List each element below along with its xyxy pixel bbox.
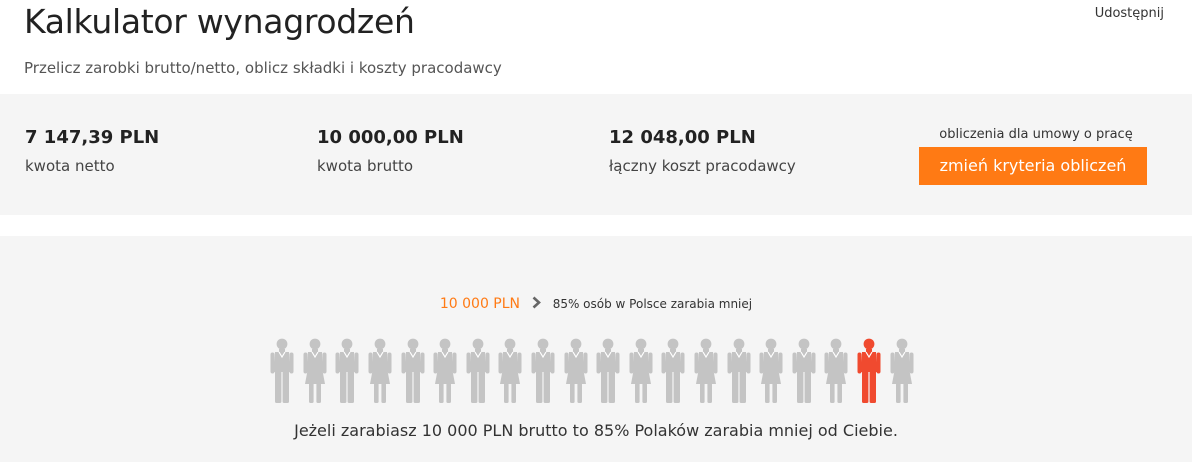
net-amount-stat: 7 147,39 PLN kwota netto <box>25 127 160 176</box>
sentence-prefix: Jeżeli zarabiasz 10 000 PLN brutto to <box>294 421 594 440</box>
person-icon <box>657 338 690 410</box>
gross-amount-stat: 10 000,00 PLN kwota brutto <box>317 127 464 176</box>
net-amount-label: kwota netto <box>25 157 115 175</box>
person-icon <box>364 338 397 410</box>
comparison-amount: 10 000 PLN <box>439 296 521 312</box>
sentence-suffix: Polaków zarabia mniej od Ciebie. <box>629 421 898 440</box>
employer-cost-stat: 12 048,00 PLN łączny koszt pracodawcy <box>609 127 796 176</box>
person-icon <box>527 338 560 410</box>
person-icon <box>494 338 527 410</box>
person-icon <box>266 338 299 410</box>
person-icon <box>755 338 788 410</box>
employer-cost-value: 12 048,00 PLN <box>609 127 756 148</box>
person-icon <box>462 338 495 410</box>
page-title: Kalkulator wynagrodzeń <box>24 2 415 41</box>
person-icon <box>722 338 755 410</box>
gross-amount-label: kwota brutto <box>317 157 414 175</box>
person-icon <box>396 338 429 410</box>
criteria-box: obliczenia dla umowy o pracę zmień kryte… <box>919 127 1147 185</box>
person-icon <box>625 338 658 410</box>
salary-calculator-page: Kalkulator wynagrodzeń Przelicz zarobki … <box>0 0 1192 462</box>
earnings-comparison: 10 000 PLN 85% osób w Polsce zarabia mni… <box>0 236 1192 462</box>
person-icon <box>885 338 918 410</box>
person-icon <box>331 338 364 410</box>
person-icon <box>429 338 462 410</box>
people-infographic <box>266 338 926 410</box>
contract-type-note: obliczenia dla umowy o pracę <box>939 127 1133 142</box>
comparison-percent-text: 85% osób w Polsce zarabia mniej <box>552 297 753 311</box>
person-icon <box>853 338 886 410</box>
calculation-summary: 7 147,39 PLN kwota netto 10 000,00 PLN k… <box>0 94 1192 215</box>
page-subtitle: Przelicz zarobki brutto/netto, oblicz sk… <box>24 59 502 77</box>
comparison-header: 10 000 PLN 85% osób w Polsce zarabia mni… <box>0 294 1192 315</box>
comparison-sentence: Jeżeli zarabiasz 10 000 PLN brutto to 85… <box>0 421 1192 440</box>
share-link[interactable]: Udostępnij <box>1095 6 1164 21</box>
person-icon <box>299 338 332 410</box>
sentence-percent: 85% <box>593 421 630 440</box>
change-criteria-button[interactable]: zmień kryteria obliczeń <box>919 147 1147 185</box>
person-icon <box>559 338 592 410</box>
employer-cost-label: łączny koszt pracodawcy <box>609 157 796 175</box>
person-icon <box>820 338 853 410</box>
chevron-right-icon <box>532 295 541 315</box>
person-icon <box>788 338 821 410</box>
gross-amount-value: 10 000,00 PLN <box>317 127 464 148</box>
person-icon <box>592 338 625 410</box>
person-icon <box>690 338 723 410</box>
net-amount-value: 7 147,39 PLN <box>25 127 160 148</box>
